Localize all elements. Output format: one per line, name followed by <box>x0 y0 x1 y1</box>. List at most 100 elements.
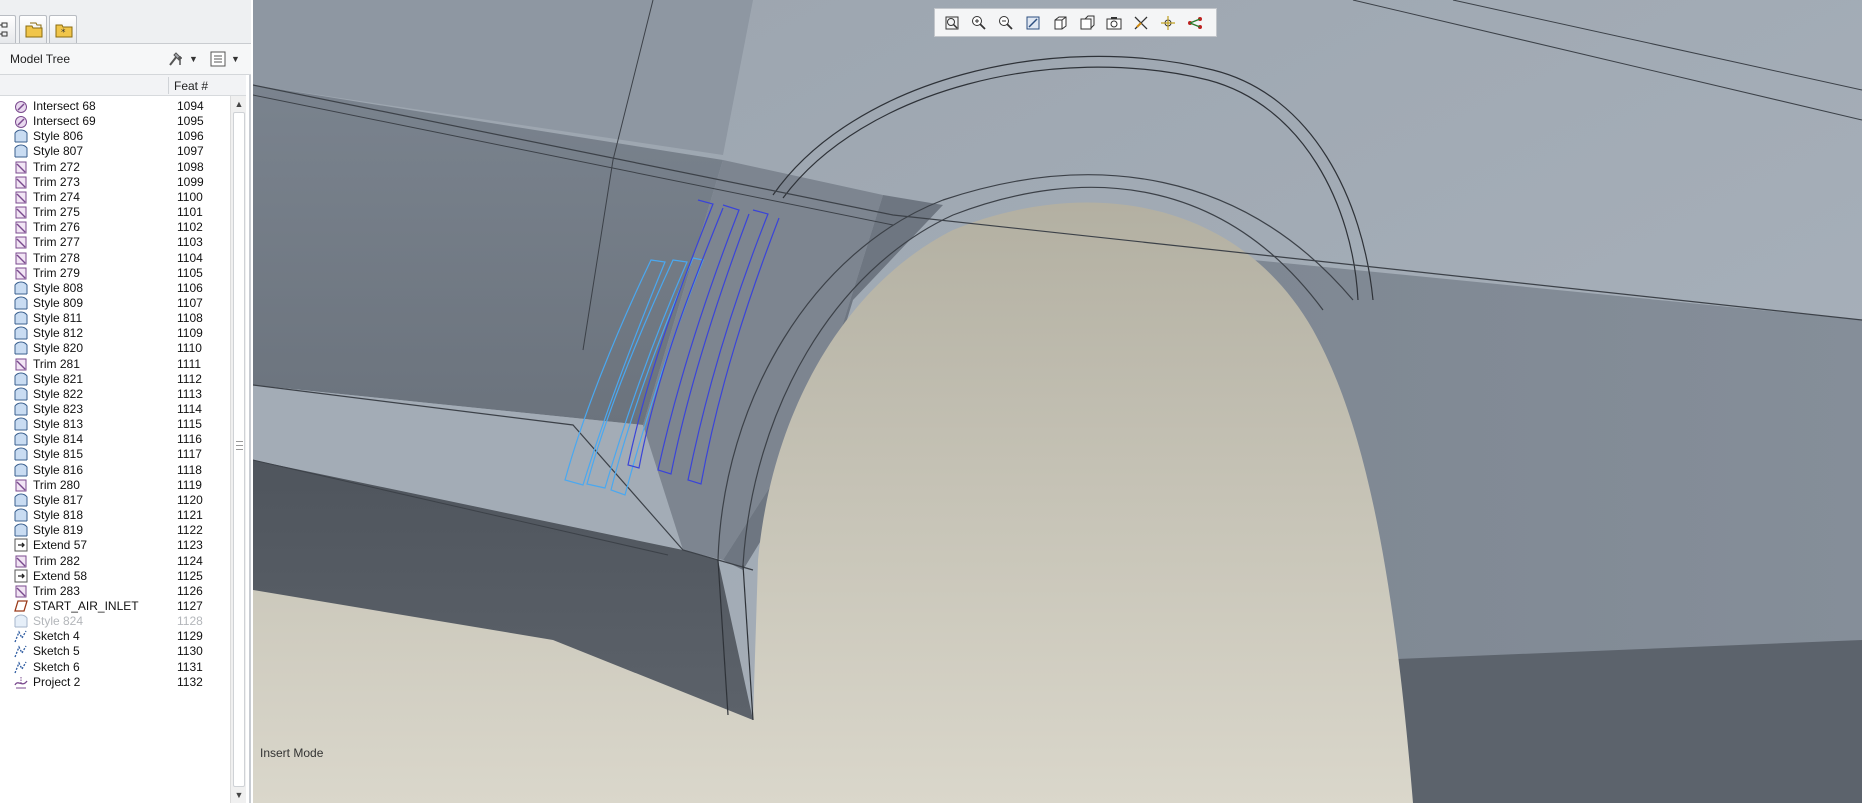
saved-views-icon <box>1080 15 1095 29</box>
navigator-tabs: * <box>0 0 251 44</box>
model-3d-view[interactable] <box>253 0 1862 803</box>
favorites-folder-icon: * <box>55 24 73 38</box>
navigator-panel: * Model Tree ▼ ▼ Feat # Intersect 68 109… <box>0 0 251 803</box>
tree-item-name: Trim 276 <box>33 220 80 235</box>
annotation-display-button[interactable] <box>1182 11 1208 35</box>
model-tree-header: Model Tree ▼ ▼ <box>0 44 251 75</box>
refit-icon <box>945 16 959 29</box>
view-manager-button[interactable] <box>1101 11 1127 35</box>
tree-item-name: Style 812 <box>33 326 84 341</box>
tree-item-feat-number: 1104 <box>177 250 203 265</box>
tree-item-feat-number: 1106 <box>177 280 203 295</box>
scroll-up-arrow-icon[interactable]: ▲ <box>231 96 247 112</box>
tree-item-name: Style 809 <box>33 295 84 310</box>
tree-item-feat-number: 1127 <box>177 598 203 613</box>
refit-button[interactable] <box>939 11 965 35</box>
tree-item-feat-number: 1114 <box>177 402 202 416</box>
tree-item-feat-number: 1101 <box>177 205 203 220</box>
tree-item-name: Style 817 <box>33 492 84 507</box>
tree-column-header: Feat # <box>0 75 246 96</box>
tree-item-feat-number: 1123 <box>177 538 203 553</box>
tree-item-feat-number: 1112 <box>177 371 202 386</box>
tree-item-name: Trim 272 <box>33 159 80 174</box>
tree-item-feat-number: 1108 <box>177 311 203 326</box>
zoom-in-icon <box>972 15 986 30</box>
tree-item-feat-number: 1131 <box>177 659 203 674</box>
tree-item-feat-number: 1099 <box>177 174 204 189</box>
tree-item-feat-number: 1126 <box>177 583 203 598</box>
tree-item-name: Style 823 <box>33 402 84 416</box>
tree-item-feat-number: 1130 <box>177 644 203 659</box>
tree-item-name: Project 2 <box>33 674 81 689</box>
mode-status-text: Insert Mode <box>260 746 324 760</box>
tree-item-name: Style 818 <box>33 508 84 523</box>
tree-item-name: Sketch 5 <box>33 644 80 659</box>
tree-scrollbar[interactable]: ▲ ▼ <box>230 96 246 803</box>
tree-item-name: Trim 282 <box>33 553 80 568</box>
tree-item-name: Style 815 <box>33 447 84 462</box>
tree-row[interactable]: Project 2 1132 <box>0 673 230 691</box>
tree-item-feat-number: 1100 <box>177 189 203 204</box>
tree-item-feat-number: 1116 <box>177 432 202 447</box>
tree-item-name: Style 807 <box>33 144 84 159</box>
show-button[interactable]: ▼ <box>209 49 240 69</box>
tree-item-name: Sketch 6 <box>33 659 80 674</box>
zoom-out-icon <box>999 15 1013 30</box>
graphics-viewport[interactable]: Insert Mode <box>253 0 1862 803</box>
zoom-out-button[interactable] <box>993 11 1019 35</box>
tree-item-feat-number: 1124 <box>177 553 203 568</box>
tree-item-feat-number: 1125 <box>177 568 203 583</box>
tree-item-feat-number: 1115 <box>177 417 202 432</box>
model-tree-list: Intersect 68 1094 Intersect 69 1095 Style 80… <box>0 97 230 803</box>
tree-item-feat-number: 1095 <box>177 114 204 129</box>
tree-item-feat-number: 1121 <box>177 508 203 523</box>
model-tree-tab[interactable] <box>0 15 16 43</box>
tree-item-name: Trim 281 <box>33 356 80 371</box>
repaint-button[interactable] <box>1020 11 1046 35</box>
tree-item-name: Trim 277 <box>33 235 80 250</box>
tree-item-feat-number: 1107 <box>177 295 203 310</box>
tree-item-name: Sketch 4 <box>33 629 80 644</box>
tree-item-name: Trim 279 <box>33 265 80 280</box>
folder-browser-tab[interactable] <box>19 15 47 43</box>
tree-item-feat-number: 1105 <box>177 265 203 280</box>
view-toolbar <box>934 8 1217 37</box>
tree-item-name: Intersect 69 <box>33 114 96 129</box>
tree-item-feat-number: 1109 <box>177 326 203 341</box>
tree-item-feat-number: 1118 <box>177 462 202 477</box>
tree-item-name: Trim 273 <box>33 174 80 189</box>
scroll-down-arrow-icon[interactable]: ▼ <box>231 787 247 803</box>
tree-item-feat-number: 1120 <box>177 492 203 507</box>
tree-item-name: Style 822 <box>33 386 84 401</box>
tree-item-feat-number: 1113 <box>177 386 202 401</box>
tree-item-name: Style 821 <box>33 371 84 386</box>
favorites-tab[interactable]: * <box>49 15 77 43</box>
tree-item-name: Style 813 <box>33 417 84 432</box>
model-tree-title: Model Tree <box>10 52 71 66</box>
display-style-button[interactable] <box>1047 11 1073 35</box>
settings-icon <box>169 52 182 66</box>
tree-item-name: Style 808 <box>33 280 84 295</box>
tree-item-feat-number: 1122 <box>177 523 203 538</box>
feat-number-column[interactable]: Feat # <box>174 79 208 93</box>
saved-views-button[interactable] <box>1074 11 1100 35</box>
tree-item-feat-number: 1117 <box>177 447 202 462</box>
spin-center-icon <box>1161 15 1175 30</box>
datum-display-button[interactable] <box>1128 11 1154 35</box>
column-separator[interactable] <box>168 77 169 94</box>
list-icon <box>210 51 226 67</box>
tree-item-feat-number: 1110 <box>177 341 202 356</box>
spin-center-button[interactable] <box>1155 11 1181 35</box>
settings-button[interactable]: ▼ <box>167 49 198 69</box>
zoom-in-button[interactable] <box>966 11 992 35</box>
tree-item-name: Style 806 <box>33 129 84 144</box>
tree-item-name: Style 819 <box>33 523 84 538</box>
tree-item-name: Intersect 68 <box>33 99 96 113</box>
tree-item-feat-number: 1098 <box>177 159 204 174</box>
scrollbar-thumb[interactable] <box>233 112 245 787</box>
chevron-down-icon: ▼ <box>189 54 198 64</box>
tree-item-feat-number: 1103 <box>177 235 203 250</box>
app-window: * Model Tree ▼ ▼ Feat # Intersect 68 109… <box>0 0 1862 803</box>
svg-text:*: * <box>61 28 66 38</box>
model-tree-icon <box>0 22 8 37</box>
